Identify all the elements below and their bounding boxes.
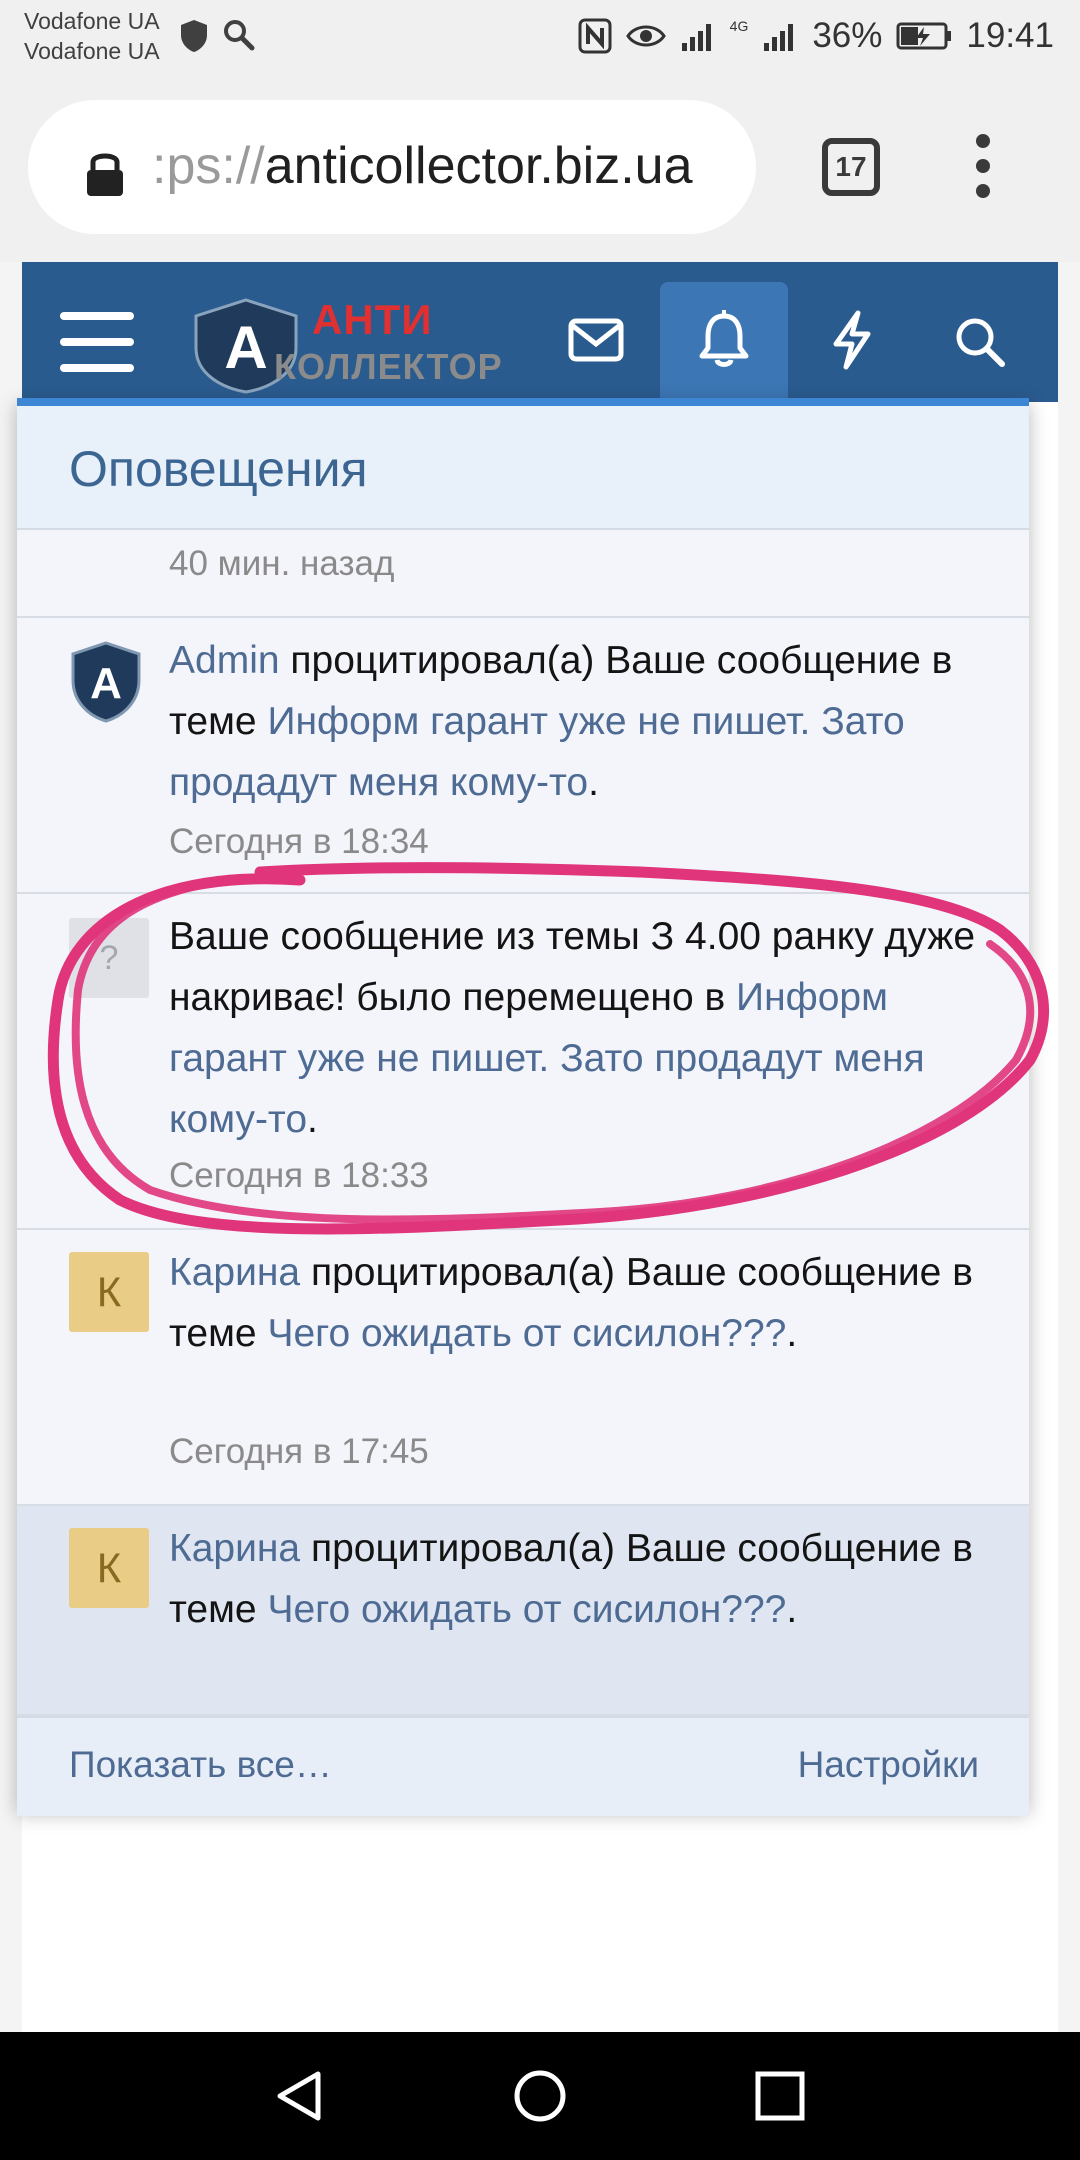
thread-link[interactable]: Чего ожидать от сисилон???: [267, 1312, 786, 1355]
thread-link[interactable]: Чего ожидать от сисилон???: [267, 1588, 786, 1631]
popup-header: Оповещения: [17, 406, 1029, 530]
eye-icon: [625, 25, 666, 47]
carrier-2: Vodafone UA: [24, 38, 160, 64]
notification-text: Карина процитировал(а) Ваше сообщение в …: [169, 1518, 999, 1640]
url-text: :ps://anticollector.biz.ua: [152, 136, 693, 196]
carrier-info: Vodafone UA Vodafone UA: [24, 6, 160, 66]
bell-icon[interactable]: [698, 310, 750, 368]
notification-item[interactable]: A Admin процитировал(а) Ваше сообщение в…: [17, 618, 1029, 894]
user-avatar[interactable]: К: [69, 1252, 149, 1332]
settings-link[interactable]: Настройки: [798, 1744, 979, 1786]
notification-end: .: [588, 761, 599, 804]
back-icon[interactable]: [272, 2068, 328, 2124]
thread-link[interactable]: Информ гарант уже не пишет. Зато продаду…: [169, 700, 905, 804]
recents-icon[interactable]: [754, 2070, 806, 2122]
url-scheme: :ps://: [152, 137, 265, 195]
notification-time: Сегодня в 18:33: [169, 1156, 429, 1195]
signal-1-icon: [681, 24, 711, 51]
clock: 19:41: [966, 16, 1054, 55]
mail-icon[interactable]: [568, 318, 624, 362]
notification-item[interactable]: 40 мин. назад: [17, 530, 1029, 618]
signal-2-icon: [764, 24, 794, 51]
url-host: anticollector.biz.ua: [264, 137, 693, 195]
search-status-icon: [224, 20, 255, 51]
logo-top-text[interactable]: АНТИ: [312, 296, 433, 344]
admin-avatar-letter: A: [90, 659, 122, 708]
notification-item-unread[interactable]: К Карина процитировал(а) Ваше сообщение …: [17, 1506, 1029, 1716]
popup-title: Оповещения: [69, 441, 368, 497]
shield-icon: [181, 20, 207, 52]
nfc-icon: [578, 18, 612, 54]
home-icon[interactable]: [512, 2068, 568, 2124]
user-link[interactable]: Карина: [169, 1251, 300, 1294]
hamburger-menu-icon[interactable]: [60, 312, 134, 372]
notification-text: Admin процитировал(а) Ваше сообщение в т…: [169, 630, 999, 813]
lock-icon: [87, 153, 123, 196]
battery-percent: 36%: [812, 16, 883, 55]
notification-text: Карина процитировал(а) Ваше сообщение в …: [169, 1242, 999, 1364]
notifications-popup: Оповещения 40 мин. назад A Admin процити…: [17, 398, 1029, 1816]
lightning-icon[interactable]: [830, 310, 874, 370]
logo-bottom-text[interactable]: КОЛЛЕКТОР: [274, 346, 503, 388]
show-all-link[interactable]: Показать все…: [69, 1744, 332, 1786]
carrier-1: Vodafone UA: [24, 8, 160, 34]
network-type: 4G: [729, 18, 749, 34]
user-link[interactable]: Admin: [169, 639, 280, 682]
notification-time: 40 мин. назад: [169, 544, 395, 583]
notification-item[interactable]: ? Ваше сообщение из темы З 4.00 ранку ду…: [17, 894, 1029, 1230]
notification-item[interactable]: К Карина процитировал(а) Ваше сообщение …: [17, 1230, 1029, 1506]
user-avatar[interactable]: К: [69, 1528, 149, 1608]
status-right: 4G 36% 19:41: [578, 16, 1054, 56]
notification-end: .: [786, 1312, 798, 1355]
notification-time: Сегодня в 18:34: [169, 822, 429, 861]
browser-toolbar: :ps://anticollector.biz.ua 17: [0, 72, 1080, 262]
status-bar: Vodafone UA Vodafone UA 4G 36% 19:41: [0, 0, 1080, 72]
site-header: [22, 262, 1058, 402]
notification-time: Сегодня в 17:45: [169, 1432, 429, 1471]
popup-footer: Показать все… Настройки: [17, 1716, 1029, 1816]
battery-icon: [896, 22, 952, 50]
search-icon[interactable]: [954, 316, 1006, 368]
admin-avatar[interactable]: A: [69, 640, 143, 724]
unknown-avatar: ?: [69, 918, 149, 998]
browser-menu-icon[interactable]: [976, 134, 992, 198]
tab-switcher-button[interactable]: 17: [822, 138, 880, 196]
logo-letter: A: [224, 314, 267, 381]
system-nav-bar: [0, 2032, 1080, 2160]
user-link[interactable]: Карина: [169, 1527, 300, 1570]
url-bar[interactable]: :ps://anticollector.biz.ua: [28, 100, 756, 234]
notification-text: Ваше сообщение из темы З 4.00 ранку дуже…: [169, 906, 999, 1150]
notification-end: .: [786, 1588, 798, 1631]
notification-end: .: [307, 1098, 318, 1141]
